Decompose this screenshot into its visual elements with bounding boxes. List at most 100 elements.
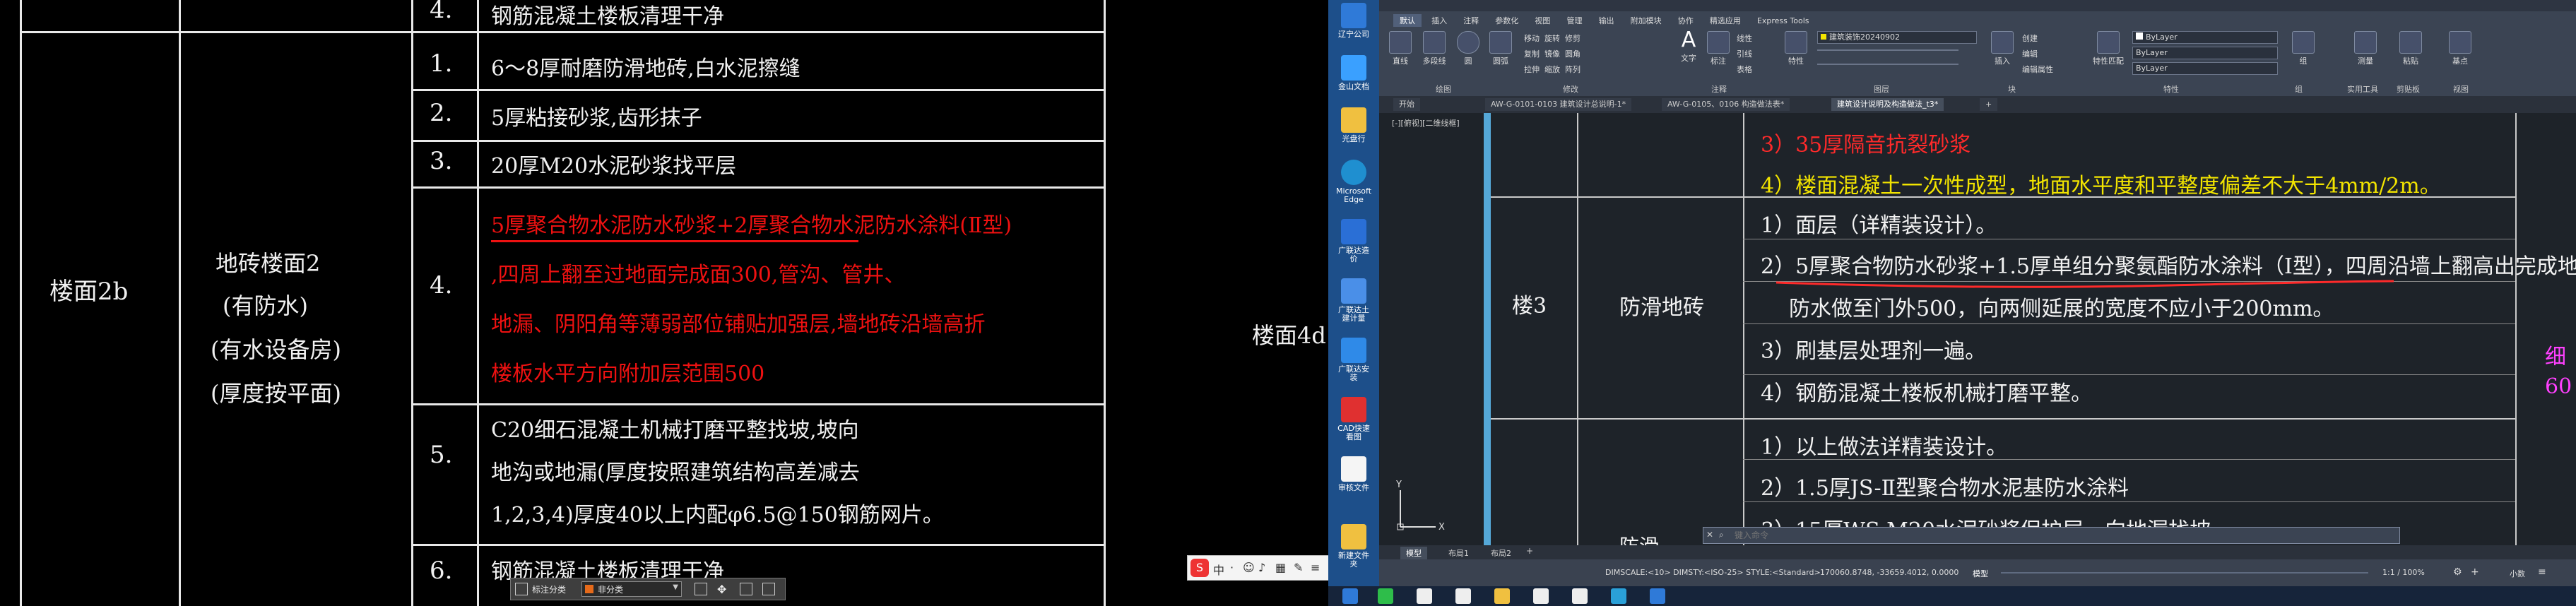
search-icon[interactable]: ⌕	[1719, 530, 1724, 540]
tab-manage[interactable]: 管理	[1560, 14, 1588, 27]
move-icon[interactable]: ✥	[717, 583, 726, 596]
paste-icon[interactable]	[762, 583, 775, 595]
mirror-button[interactable]: 镜像	[1544, 49, 1560, 59]
panel-label[interactable]: 绘图	[1436, 83, 1451, 95]
array-button[interactable]: 阵列	[1565, 65, 1581, 74]
wechat-icon[interactable]	[1378, 588, 1393, 604]
trim-button[interactable]: 修剪	[1565, 34, 1581, 43]
desktop-icon[interactable]: 辽宁公司	[1335, 3, 1372, 39]
tab-layout1[interactable]: 布局1	[1443, 547, 1475, 559]
color-dropdown[interactable]: ByLayer	[2132, 31, 2278, 44]
menu-icon[interactable]: ≡	[2538, 566, 2546, 578]
punctuation-icon[interactable]: ·	[1230, 561, 1234, 574]
fillet-button[interactable]: 圆角	[1565, 49, 1581, 59]
insert-button[interactable]: 插入	[1988, 31, 2016, 66]
file-tab[interactable]: AW-G-0105、0106 构造做法表*	[1662, 98, 1790, 111]
annotation-scale[interactable]: 1:1 / 100%	[2382, 568, 2425, 577]
desktop-icon[interactable]: 广联达土建计量	[1335, 278, 1372, 323]
panel-label[interactable]: 视图	[2453, 83, 2469, 95]
new-tab-button[interactable]: +	[1980, 98, 1998, 111]
panel-label[interactable]: 块	[2008, 83, 2016, 95]
tab-model[interactable]: 模型	[1400, 547, 1427, 559]
ime-mode-icon[interactable]: 中	[1213, 561, 1224, 578]
copy-button[interactable]: 复制	[1524, 49, 1540, 59]
tab-insert[interactable]: 插入	[1425, 14, 1453, 27]
scale-button[interactable]: 缩放	[1544, 65, 1560, 74]
tab-featured[interactable]: 精选应用	[1703, 14, 1747, 27]
category-dropdown[interactable]: 非分类 ▼	[581, 581, 682, 597]
dimension-button[interactable]: 标注	[1706, 31, 1731, 66]
create-block-button[interactable]: 创建	[2022, 34, 2038, 43]
linetype-dropdown[interactable]: ByLayer	[2132, 47, 2278, 59]
viewport-controls[interactable]: [-][俯视][二维线框]	[1392, 117, 1460, 129]
menu-icon[interactable]: ≡	[1311, 561, 1320, 574]
ime-toolbar[interactable]: S 中 · ☺ ♪ ▦ ✎ ≡	[1187, 555, 1330, 581]
copy-icon[interactable]	[740, 583, 752, 595]
desktop-icon[interactable]: 审核文件	[1335, 456, 1372, 492]
microphone-icon[interactable]: ♪	[1258, 561, 1265, 574]
panel-label[interactable]: 特性	[2163, 83, 2179, 95]
measure-button[interactable]: 测量	[2351, 31, 2380, 66]
match-properties-button[interactable]: 特性匹配	[2093, 31, 2124, 66]
command-line[interactable]: ✕ ⌕	[1703, 527, 2400, 544]
sogou-logo-icon[interactable]: S	[1190, 559, 1209, 577]
model-space-button[interactable]: 模型	[1973, 568, 1988, 579]
tab-view[interactable]: 视图	[1528, 14, 1556, 27]
linear-dim-button[interactable]: 线性	[1737, 34, 1752, 43]
layer-tool-icons[interactable]	[1817, 47, 1973, 75]
panel-label[interactable]: 剪贴板	[2397, 83, 2420, 95]
edit-attributes-button[interactable]: 编辑属性	[2022, 65, 2053, 74]
add-layout-button[interactable]: +	[1526, 546, 1533, 556]
text-button[interactable]: A 文字	[1676, 28, 1701, 64]
annotation-float-toolbar[interactable]: 标注分类 非分类 ▼ ✥	[510, 578, 786, 600]
units-indicator[interactable]: 小数	[2510, 568, 2525, 579]
panel-label[interactable]: 组	[2295, 83, 2303, 95]
move-button[interactable]: 移动	[1524, 34, 1540, 43]
desktop-icon[interactable]: 广联达安装	[1335, 338, 1372, 382]
stretch-button[interactable]: 拉伸	[1524, 65, 1540, 74]
file-tab[interactable]: AW-G-0101-0103 建筑设计总说明-1*	[1485, 98, 1632, 111]
layer-properties-button[interactable]: 特性	[1782, 31, 1810, 66]
edit-icon[interactable]	[695, 583, 707, 595]
skin-icon[interactable]: ✎	[1294, 561, 1303, 574]
folder-icon[interactable]	[1494, 588, 1510, 604]
file-icon[interactable]	[1417, 588, 1432, 604]
edit-block-button[interactable]: 编辑	[2022, 49, 2038, 59]
file-icon[interactable]	[1572, 588, 1588, 604]
desktop-icon[interactable]: 新建文件夹	[1335, 524, 1372, 569]
desktop-icon[interactable]: Microsoft Edge	[1335, 160, 1372, 204]
grid-icon[interactable]	[515, 583, 528, 595]
table-button[interactable]: 表格	[1737, 65, 1752, 74]
app-icon[interactable]	[1611, 588, 1626, 604]
emoji-icon[interactable]: ☺	[1243, 561, 1255, 574]
status-toggle-icons[interactable]	[2001, 566, 2368, 579]
tab-layout2[interactable]: 布局2	[1485, 547, 1517, 559]
rotate-button[interactable]: 旋转	[1544, 34, 1560, 43]
desktop-icon[interactable]: CAD快速看图	[1335, 397, 1372, 441]
tab-collaborate[interactable]: 协作	[1672, 14, 1700, 27]
layer-dropdown[interactable]: 建筑装饰20240902	[1817, 31, 1977, 44]
tab-start[interactable]: 开始	[1393, 98, 1420, 111]
panel-label[interactable]: 图层	[1874, 83, 1889, 95]
tab-express[interactable]: Express Tools	[1751, 16, 1816, 26]
tab-annotate[interactable]: 注释	[1457, 14, 1485, 27]
taskbar-app-icon[interactable]	[1342, 588, 1358, 604]
gear-icon[interactable]: ⚙	[2453, 566, 2462, 578]
group-button[interactable]: 组	[2291, 31, 2316, 66]
tab-parametric[interactable]: 参数化	[1489, 14, 1525, 27]
tab-output[interactable]: 输出	[1593, 14, 1621, 27]
panel-label[interactable]: 实用工具	[2347, 83, 2378, 95]
paste-button[interactable]: 粘贴	[2397, 31, 2425, 66]
file-icon[interactable]	[1533, 588, 1549, 604]
keyboard-icon[interactable]: ▦	[1275, 561, 1286, 574]
close-icon[interactable]: ✕	[1706, 530, 1713, 540]
arc-button[interactable]: 圆弧	[1487, 31, 1515, 66]
tab-addins[interactable]: 附加模块	[1624, 14, 1668, 27]
desktop-icon[interactable]: 广联达造价	[1335, 219, 1372, 263]
desktop-icon[interactable]: 光盘行	[1335, 107, 1372, 143]
tab-default[interactable]: 默认	[1393, 14, 1422, 27]
command-input[interactable]	[1733, 529, 2386, 542]
panel-label[interactable]: 修改	[1563, 83, 1578, 95]
panel-label[interactable]: 注释	[1711, 83, 1727, 95]
file-tab-active[interactable]: 建筑设计说明及构造做法_t3*	[1831, 98, 1944, 111]
